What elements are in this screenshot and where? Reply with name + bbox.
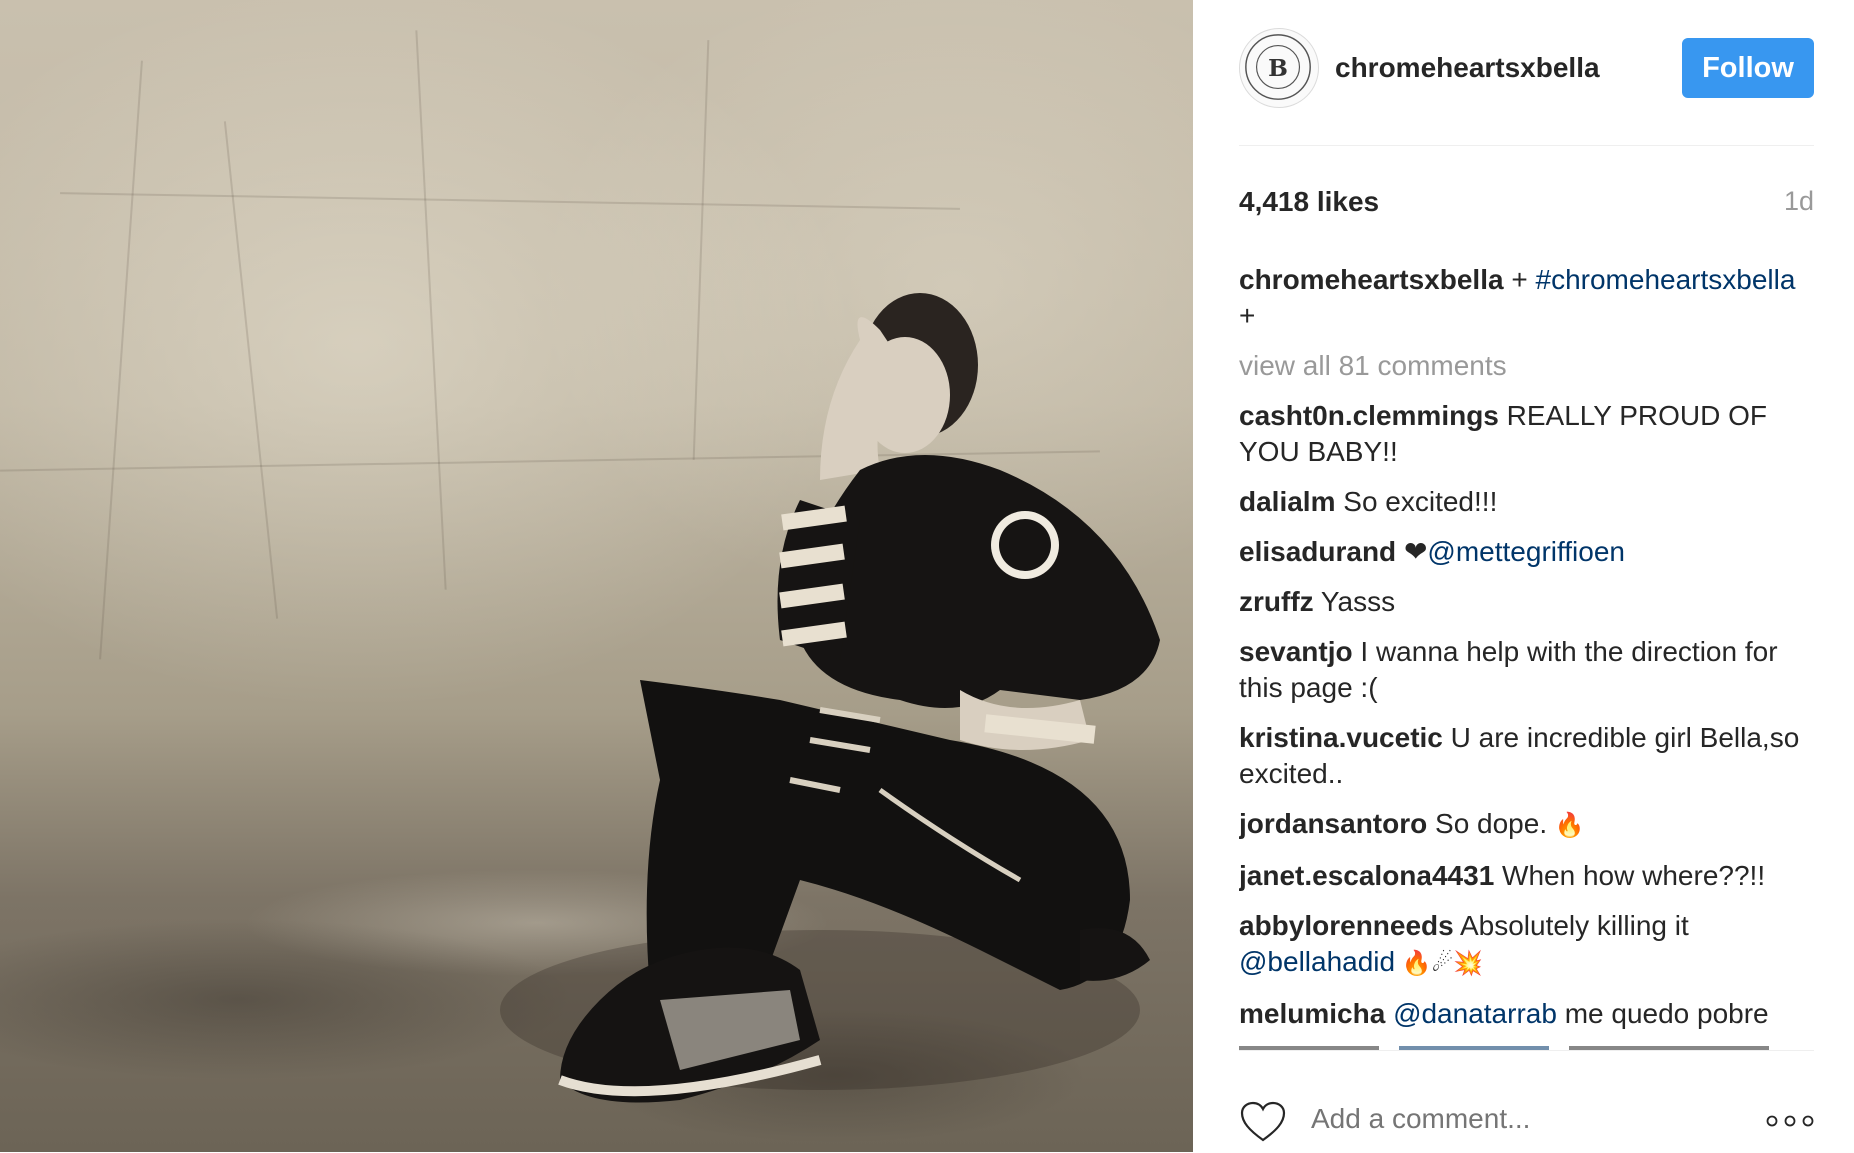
mention-link[interactable]: @bellahadid — [1239, 946, 1395, 977]
hashtag-link[interactable]: #chromeheartsxbella — [1536, 264, 1796, 295]
emoji-group: 🔥☄💥 — [1395, 950, 1484, 977]
caption-text: + — [1503, 264, 1536, 295]
comment-item: elisadurand ❤@mettegriffioen — [1239, 534, 1814, 570]
post-image[interactable] — [0, 0, 1193, 1152]
chrome-hearts-logo-icon: B — [1245, 34, 1311, 100]
comment-text: So excited!!! — [1335, 486, 1498, 517]
comment-item: kristina.vucetic U are incredible girl B… — [1239, 720, 1814, 792]
post-author-username[interactable]: chromeheartsxbella — [1335, 52, 1600, 84]
comment-username[interactable]: melumicha — [1239, 998, 1385, 1029]
comment-username[interactable]: casht0n.clemmings — [1239, 400, 1499, 431]
comment-username[interactable]: kristina.vucetic — [1239, 722, 1443, 753]
caption-text: + — [1239, 300, 1256, 331]
comment-item: melumicha @danatarrab me quedo pobre — [1239, 996, 1814, 1032]
post-header: B chromeheartsxbella Follow — [1239, 28, 1814, 146]
comments-list: chromeheartsxbella + #chromeheartsxbella… — [1239, 262, 1814, 1050]
truncated-text-fragment — [1239, 1046, 1769, 1050]
post-side-panel: B chromeheartsxbella Follow 4,418 likes … — [1193, 0, 1854, 1152]
comment-text: ❤ — [1396, 536, 1428, 567]
mention-link[interactable]: @danatarrab — [1393, 998, 1557, 1029]
add-comment-input[interactable] — [1311, 1103, 1711, 1135]
comment-item: abbylorenneeds Absolutely killing it @be… — [1239, 908, 1814, 982]
cut-off-comment — [1239, 1042, 1814, 1050]
comment-item: janet.escalona4431 When how where??!! — [1239, 858, 1814, 894]
follow-button[interactable]: Follow — [1682, 38, 1814, 98]
comment-item: sevantjo I wanna help with the direction… — [1239, 634, 1814, 706]
comment-item: zruffz Yasss — [1239, 584, 1814, 620]
comment-item: dalialm So excited!!! — [1239, 484, 1814, 520]
comment-username[interactable]: sevantjo — [1239, 636, 1353, 667]
comment-text: So dope. — [1427, 808, 1555, 839]
caption: chromeheartsxbella + #chromeheartsxbella… — [1239, 262, 1814, 334]
comment-item: jordansantoro So dope. 🔥 — [1239, 806, 1814, 844]
comment-text: Yasss — [1313, 586, 1396, 617]
comment-username[interactable]: chromeheartsxbella — [1239, 264, 1504, 295]
view-all-comments-link[interactable]: view all 81 comments — [1239, 348, 1814, 384]
comment-item: casht0n.clemmings REALLY PROUD OF YOU BA… — [1239, 398, 1814, 470]
fire-emoji: 🔥 — [1554, 812, 1585, 839]
avatar[interactable]: B — [1239, 28, 1319, 108]
comment-text: me quedo pobre — [1556, 998, 1769, 1029]
comment-text: Absolutely killing it — [1453, 910, 1689, 941]
comment-footer — [1239, 1050, 1814, 1153]
comment-username[interactable]: elisadurand — [1239, 536, 1396, 567]
comment-username[interactable]: janet.escalona4431 — [1239, 860, 1494, 891]
post-age[interactable]: 1d — [1784, 186, 1814, 217]
mention-link[interactable]: @mettegriffioen — [1427, 536, 1625, 567]
comment-username[interactable]: jordansantoro — [1239, 808, 1427, 839]
comment-username[interactable]: zruffz — [1239, 586, 1314, 617]
comment-username[interactable]: dalialm — [1239, 486, 1335, 517]
more-options-icon[interactable] — [1766, 1113, 1814, 1129]
likes-count[interactable]: 4,418 likes — [1239, 186, 1379, 218]
svg-text:B: B — [1268, 54, 1288, 82]
comment-username[interactable]: abbylorenneeds — [1239, 910, 1454, 941]
model-figure — [500, 293, 1160, 1103]
heart-outline-icon[interactable] — [1239, 1100, 1287, 1144]
comment-text: When how where??!! — [1494, 860, 1766, 891]
